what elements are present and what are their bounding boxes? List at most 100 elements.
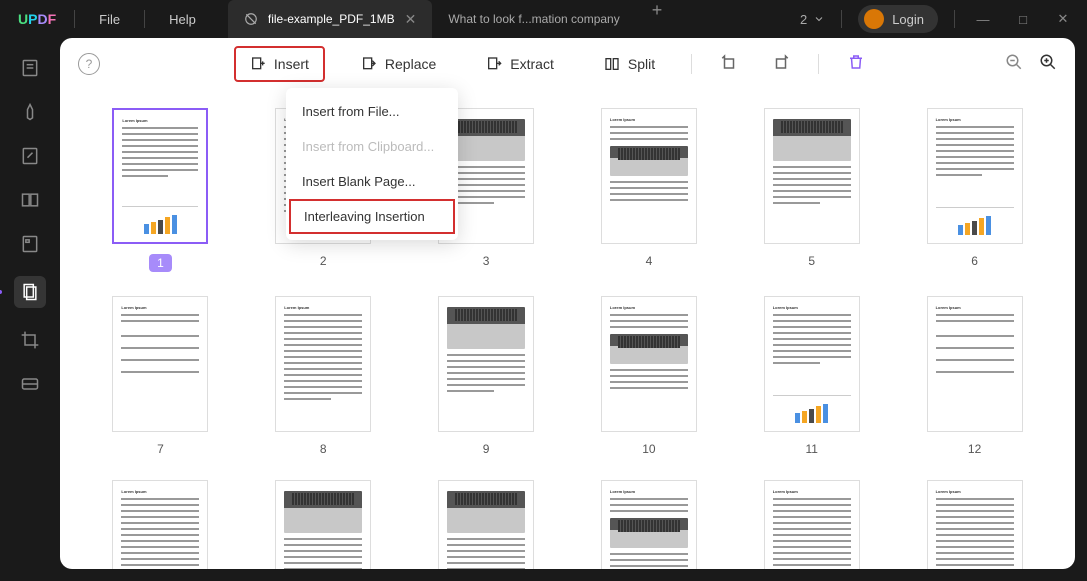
zoom-out-icon[interactable] — [1005, 53, 1023, 76]
page-preview — [438, 296, 534, 432]
replace-button[interactable]: Replace — [347, 48, 450, 80]
document-icon — [244, 12, 258, 26]
organize-icon[interactable] — [14, 276, 46, 308]
separator — [954, 10, 955, 28]
login-label: Login — [892, 12, 924, 27]
replace-icon — [361, 56, 377, 72]
page-thumbnail[interactable]: Lorem Ipsum 1 — [100, 108, 221, 272]
page-number: 4 — [646, 254, 653, 268]
page-thumbnail[interactable]: Lorem Ipsum — [914, 480, 1035, 569]
maximize-button[interactable]: □ — [1011, 12, 1035, 27]
split-icon — [604, 56, 620, 72]
extract-button[interactable]: Extract — [472, 48, 568, 80]
close-icon[interactable]: ✕ — [405, 11, 417, 28]
extract-label: Extract — [510, 56, 554, 72]
split-label: Split — [628, 56, 655, 72]
page-number: 5 — [808, 254, 815, 268]
page-preview: Lorem Ipsum — [601, 296, 697, 432]
page-number: 10 — [642, 442, 655, 456]
page-preview: Lorem Ipsum — [764, 296, 860, 432]
titlebar: UPDF File Help file-example_PDF_1MB ✕ Wh… — [0, 0, 1087, 38]
extract-icon — [486, 56, 502, 72]
toolbar-center: Insert Replace Extract Split — [114, 46, 991, 82]
toolbar: ? Insert Replace Extract Split — [60, 38, 1075, 90]
avatar-icon — [864, 9, 884, 29]
page-preview — [275, 480, 371, 569]
login-button[interactable]: Login — [858, 5, 938, 33]
page-preview: Lorem Ipsum — [112, 296, 208, 432]
edit-icon[interactable] — [18, 144, 42, 168]
page-number: 3 — [483, 254, 490, 268]
minimize-button[interactable]: — — [971, 12, 995, 27]
page-thumbnail[interactable]: Lorem Ipsum — [589, 480, 710, 569]
page-preview: Lorem Ipsum — [927, 296, 1023, 432]
page-thumbnail[interactable]: Lorem Ipsum 7 — [100, 296, 221, 456]
page-thumbnail[interactable]: 5 — [751, 108, 872, 272]
split-button[interactable]: Split — [590, 48, 669, 80]
insert-dropdown: Insert from File... Insert from Clipboar… — [286, 88, 458, 240]
page-preview: Lorem Ipsum — [927, 480, 1023, 569]
page-preview: Lorem Ipsum — [275, 296, 371, 432]
page-number: 11 — [806, 442, 818, 456]
help-icon[interactable]: ? — [78, 53, 100, 75]
insert-icon — [250, 56, 266, 72]
zoom-in-icon[interactable] — [1039, 53, 1057, 76]
tab-label: What to look f...mation company — [448, 12, 619, 26]
app-logo: UPDF — [0, 11, 74, 27]
page-thumbnail[interactable]: Lorem Ipsum 10 — [589, 296, 710, 456]
rotate-left-icon[interactable] — [714, 47, 744, 82]
active-indicator — [0, 290, 2, 294]
page-number: 12 — [968, 442, 981, 456]
page-preview: Lorem Ipsum — [112, 108, 208, 244]
page-thumbnail[interactable]: Lorem Ipsum 4 — [589, 108, 710, 272]
separator — [818, 54, 819, 74]
menu-help[interactable]: Help — [145, 12, 220, 27]
insert-label: Insert — [274, 56, 309, 72]
tab-inactive[interactable]: What to look f...mation company — [432, 0, 635, 38]
crop-icon[interactable] — [18, 328, 42, 352]
compare-icon[interactable] — [18, 188, 42, 212]
rotate-right-icon[interactable] — [766, 47, 796, 82]
comment-icon[interactable] — [18, 100, 42, 124]
page-thumbnail[interactable] — [426, 480, 547, 569]
toolbar-right — [1005, 53, 1057, 76]
page-number: 1 — [149, 254, 172, 272]
dd-insert-from-clipboard: Insert from Clipboard... — [286, 129, 458, 164]
content-panel: ? Insert Replace Extract Split — [60, 38, 1075, 569]
page-thumbnail[interactable]: Lorem Ipsum — [751, 480, 872, 569]
close-button[interactable]: ✕ — [1051, 11, 1075, 27]
page-thumbnail[interactable]: Lorem Ipsum 6 — [914, 108, 1035, 272]
sidebar — [0, 38, 60, 569]
tab-active[interactable]: file-example_PDF_1MB ✕ — [228, 0, 432, 38]
page-preview — [438, 480, 534, 569]
form-icon[interactable] — [18, 232, 42, 256]
dd-interleaving-insertion[interactable]: Interleaving Insertion — [289, 199, 455, 234]
page-number: 6 — [971, 254, 978, 268]
thumbnail-grid: Lorem Ipsum 1 Lorem Ipsum 2 3 Lorem Ipsu… — [60, 90, 1075, 569]
reader-icon[interactable] — [18, 56, 42, 80]
page-number: 9 — [483, 442, 490, 456]
page-count[interactable]: 2 — [800, 12, 825, 27]
page-thumbnail[interactable]: Lorem Ipsum 11 — [751, 296, 872, 456]
dd-insert-from-file[interactable]: Insert from File... — [286, 94, 458, 129]
main-area: ? Insert Replace Extract Split — [0, 38, 1087, 581]
page-thumbnail[interactable] — [263, 480, 384, 569]
insert-button[interactable]: Insert — [234, 46, 325, 82]
menu-file[interactable]: File — [75, 12, 144, 27]
replace-label: Replace — [385, 56, 436, 72]
delete-icon[interactable] — [841, 47, 871, 82]
new-tab-button[interactable]: + — [636, 0, 679, 38]
tab-label: file-example_PDF_1MB — [268, 12, 395, 26]
dd-insert-blank[interactable]: Insert Blank Page... — [286, 164, 458, 199]
page-thumbnail[interactable]: 9 — [426, 296, 547, 456]
page-preview: Lorem Ipsum — [764, 480, 860, 569]
page-number: 7 — [157, 442, 164, 456]
page-thumbnail[interactable]: Lorem Ipsum 8 — [263, 296, 384, 456]
page-thumbnail[interactable]: Lorem Ipsum 12 — [914, 296, 1035, 456]
page-thumbnail[interactable]: Lorem Ipsum — [100, 480, 221, 569]
page-preview: Lorem Ipsum — [927, 108, 1023, 244]
separator — [691, 54, 692, 74]
titlebar-right: 2 Login — □ ✕ — [800, 5, 1087, 33]
redact-icon[interactable] — [18, 372, 42, 396]
page-number: 2 — [320, 254, 327, 268]
